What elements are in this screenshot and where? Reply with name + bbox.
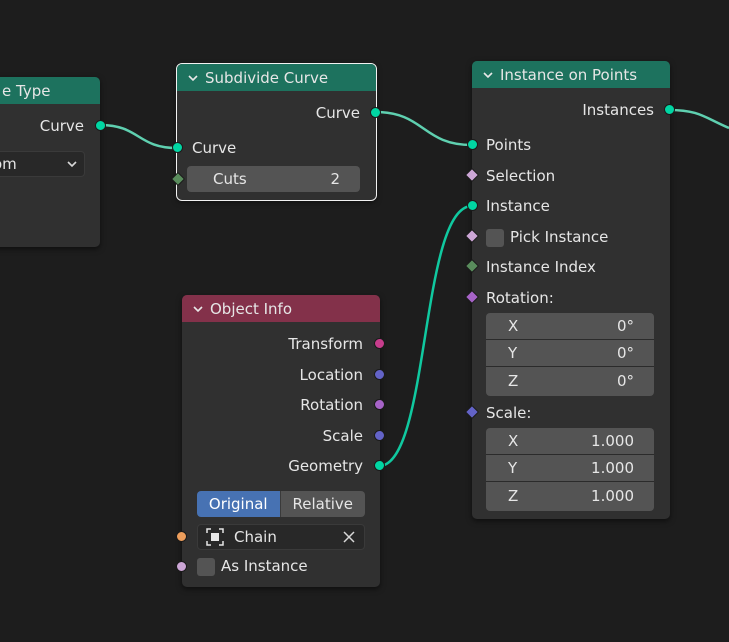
cuts-value: 2: [330, 170, 340, 188]
node-curve-type[interactable]: e Type Curve om: [0, 77, 100, 247]
input-selection-label: Selection: [486, 167, 556, 185]
input-curve-label: Curve: [192, 139, 237, 157]
scale-x-axis: X: [508, 432, 519, 450]
scale-y-axis: Y: [508, 459, 518, 477]
chevron-down-icon[interactable]: [482, 69, 494, 81]
output-scale-label: Scale: [322, 427, 363, 445]
scale-y-value: 1.000: [591, 459, 634, 477]
socket-location-out[interactable]: [374, 369, 385, 380]
wire-geometry-to-instance: [378, 204, 473, 468]
output-geometry-label: Geometry: [288, 457, 363, 475]
scale-vector-field[interactable]: X 1.000 Y 1.000 Z 1.000: [486, 428, 654, 511]
wire-curve-to-subdivide: [99, 123, 178, 150]
curve-type-dropdown-value: om: [0, 155, 17, 173]
as-instance-label: As Instance: [221, 557, 308, 575]
socket-subdivide-curve-out[interactable]: [370, 107, 381, 118]
pick-instance-row[interactable]: Pick Instance: [486, 228, 608, 247]
rotation-z-axis: Z: [508, 371, 519, 390]
output-location-label: Location: [299, 366, 363, 384]
chevron-down-icon[interactable]: [192, 303, 204, 315]
node-header-instance-on-points[interactable]: Instance on Points: [472, 61, 670, 88]
wire-instances-out: [668, 108, 729, 130]
rotation-z-field[interactable]: Z 0°: [486, 367, 654, 394]
output-curve-label: Curve: [315, 104, 360, 122]
chevron-down-icon[interactable]: [187, 72, 199, 84]
mode-original-button[interactable]: Original: [197, 491, 280, 517]
cuts-field[interactable]: Cuts 2: [187, 166, 360, 192]
clear-x-icon[interactable]: [342, 530, 356, 544]
input-instance-label: Instance: [486, 197, 550, 215]
socket-subdivide-curve-in[interactable]: [172, 142, 183, 153]
rotation-x-field[interactable]: X 0°: [486, 313, 654, 340]
socket-geometry-out[interactable]: [374, 460, 385, 471]
scale-x-value: 1.000: [591, 432, 634, 450]
rotation-y-axis: Y: [508, 344, 518, 362]
output-transform-label: Transform: [288, 335, 363, 353]
node-header-subdivide-curve[interactable]: Subdivide Curve: [177, 64, 376, 91]
node-header-object-info[interactable]: Object Info: [182, 295, 380, 322]
pick-instance-label: Pick Instance: [510, 228, 609, 246]
scale-z-axis: Z: [508, 486, 519, 505]
socket-scale-out[interactable]: [374, 430, 385, 441]
node-title-object-info: Object Info: [210, 299, 293, 318]
output-rotation-label: Rotation: [300, 396, 363, 414]
input-instance-index-label: Instance Index: [486, 258, 596, 276]
object-field[interactable]: Chain: [197, 524, 365, 550]
as-instance-row[interactable]: As Instance: [197, 557, 308, 576]
socket-transform-out[interactable]: [374, 338, 385, 349]
socket-as-instance-in[interactable]: [176, 561, 187, 572]
pick-instance-checkbox[interactable]: [486, 228, 504, 247]
socket-rotation-out[interactable]: [374, 399, 385, 410]
object-icon: [206, 528, 224, 546]
node-object-info[interactable]: Object Info Transform Location Rotation …: [182, 295, 380, 587]
scale-y-field[interactable]: Y 1.000: [486, 455, 654, 482]
cuts-label: Cuts: [213, 170, 247, 188]
node-title-instance-on-points: Instance on Points: [500, 65, 638, 84]
socket-instances-out[interactable]: [664, 104, 675, 115]
socket-instance-in[interactable]: [467, 200, 478, 211]
rotation-x-value: 0°: [616, 317, 634, 335]
rotation-x-axis: X: [508, 317, 519, 335]
node-subdivide-curve[interactable]: Subdivide Curve Curve Curve Cuts 2: [176, 63, 377, 201]
scale-z-value: 1.000: [591, 486, 634, 505]
mode-relative-button[interactable]: Relative: [279, 491, 365, 517]
output-curve-label: Curve: [39, 117, 84, 135]
node-header-curve-type[interactable]: e Type: [0, 77, 100, 104]
node-title-subdivide-curve: Subdivide Curve: [205, 68, 329, 87]
rotation-z-value: 0°: [616, 371, 634, 390]
rotation-vector-field[interactable]: X 0° Y 0° Z 0°: [486, 313, 654, 396]
object-field-value: Chain: [234, 528, 277, 546]
scale-z-field[interactable]: Z 1.000: [486, 482, 654, 509]
as-instance-checkbox[interactable]: [197, 557, 215, 576]
scale-x-field[interactable]: X 1.000: [486, 428, 654, 455]
input-rotation-label: Rotation:: [486, 289, 554, 307]
rotation-y-field[interactable]: Y 0°: [486, 340, 654, 367]
input-scale-label: Scale:: [486, 404, 532, 422]
transform-space-toggle[interactable]: Original Relative: [197, 491, 365, 517]
wire-subdivide-to-points: [374, 110, 473, 147]
rotation-y-value: 0°: [616, 344, 634, 362]
output-instances-label: Instances: [582, 101, 654, 119]
curve-type-dropdown[interactable]: om: [0, 151, 85, 177]
node-title-curve-type: e Type: [2, 81, 51, 100]
socket-curve-type-curve-out[interactable]: [95, 120, 106, 131]
dropdown-chevron-icon: [67, 161, 77, 168]
node-instance-on-points[interactable]: Instance on Points Instances Points Sele…: [472, 61, 670, 519]
socket-object-in[interactable]: [176, 531, 187, 542]
input-points-label: Points: [486, 136, 532, 154]
socket-points-in[interactable]: [467, 139, 478, 150]
